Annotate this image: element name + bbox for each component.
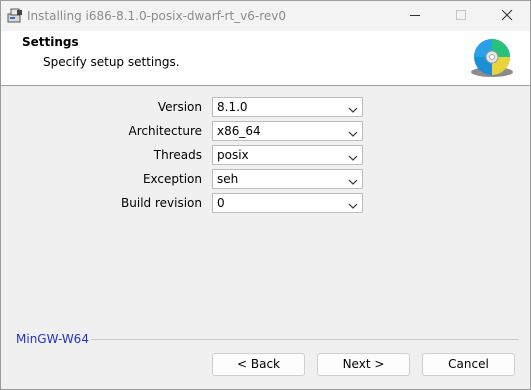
chevron-down-icon <box>348 175 358 185</box>
title-bar: Installing i686-8.1.0-posix-dwarf-rt_v6-… <box>1 1 530 31</box>
exception-row: Exception seh <box>1 169 530 191</box>
installer-icon <box>7 8 23 24</box>
back-button[interactable]: < Back <box>212 353 305 376</box>
architecture-select[interactable]: x86_64 <box>212 121 363 141</box>
build-revision-row: Build revision 0 <box>1 193 530 215</box>
version-select[interactable]: 8.1.0 <box>212 97 363 117</box>
minimize-icon <box>409 9 421 24</box>
chevron-down-icon <box>348 127 358 137</box>
version-row: Version 8.1.0 <box>1 97 530 119</box>
minimize-button[interactable] <box>392 1 438 31</box>
close-icon <box>501 9 513 24</box>
maximize-icon <box>455 9 467 24</box>
close-button[interactable] <box>484 1 530 31</box>
divider <box>91 339 519 340</box>
cd-disc-icon <box>469 38 515 78</box>
build-revision-value: 0 <box>217 196 225 210</box>
window-title: Installing i686-8.1.0-posix-dwarf-rt_v6-… <box>27 9 287 23</box>
version-value: 8.1.0 <box>217 100 248 114</box>
page-subtitle: Specify setup settings. <box>43 55 180 69</box>
version-label: Version <box>157 100 202 114</box>
build-revision-select[interactable]: 0 <box>212 193 363 213</box>
chevron-down-icon <box>348 103 358 113</box>
next-button[interactable]: Next > <box>317 353 410 376</box>
build-revision-label: Build revision <box>121 196 202 210</box>
threads-value: posix <box>217 148 249 162</box>
threads-row: Threads posix <box>1 145 530 167</box>
architecture-label: Architecture <box>128 124 202 138</box>
page-title: Settings <box>22 35 79 49</box>
chevron-down-icon <box>348 151 358 161</box>
exception-value: seh <box>217 172 239 186</box>
maximize-button[interactable] <box>438 1 484 31</box>
brand-label: MinGW-W64 <box>16 332 89 346</box>
architecture-value: x86_64 <box>217 124 261 138</box>
cancel-button[interactable]: Cancel <box>422 353 515 376</box>
exception-label: Exception <box>142 172 202 186</box>
exception-select[interactable]: seh <box>212 169 363 189</box>
threads-label: Threads <box>153 148 202 162</box>
threads-select[interactable]: posix <box>212 145 363 165</box>
chevron-down-icon <box>348 199 358 209</box>
installer-window: Installing i686-8.1.0-posix-dwarf-rt_v6-… <box>0 0 531 390</box>
architecture-row: Architecture x86_64 <box>1 121 530 143</box>
wizard-header: Settings Specify setup settings. <box>1 31 530 86</box>
